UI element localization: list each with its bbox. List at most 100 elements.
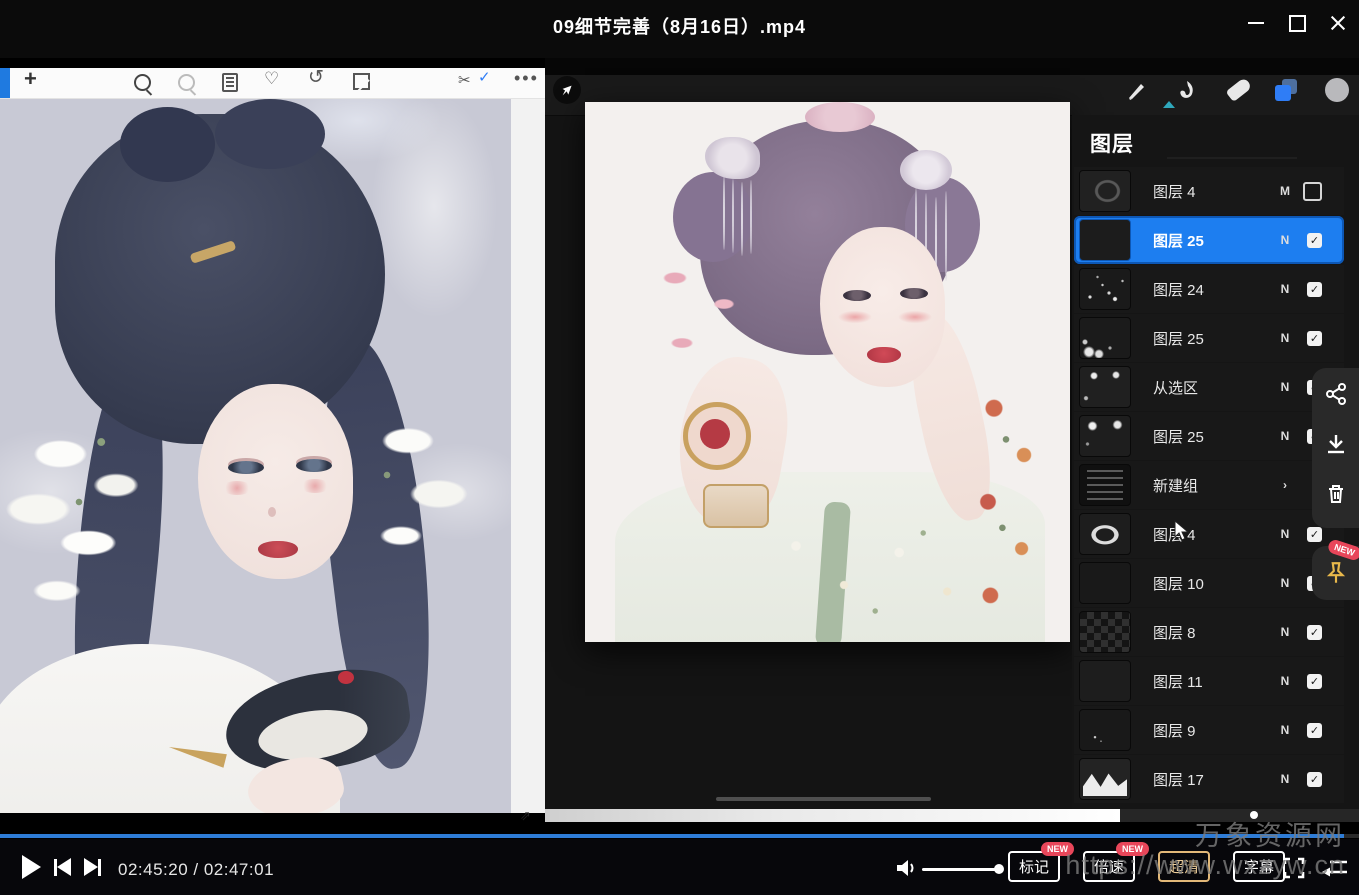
layer-row[interactable]: 图层 4 N xyxy=(1074,510,1344,558)
layer-visibility-checkbox[interactable] xyxy=(1307,723,1322,738)
more-options-icon[interactable]: ••• xyxy=(514,72,539,84)
layer-thumbnail[interactable] xyxy=(1079,317,1131,359)
layer-row[interactable]: 新建组 › xyxy=(1074,461,1344,509)
layer-thumbnail[interactable] xyxy=(1079,758,1131,800)
layer-thumbnail[interactable] xyxy=(1079,219,1131,261)
layer-thumbnail[interactable] xyxy=(1079,513,1131,555)
layer-blend-mode[interactable]: N xyxy=(1278,429,1292,443)
layer-row[interactable]: 图层 8 N xyxy=(1074,608,1344,656)
layer-row[interactable]: 图层 4 M xyxy=(1074,167,1344,215)
layer-name[interactable]: 图层 8 xyxy=(1153,622,1196,643)
volume-icon[interactable] xyxy=(894,856,918,880)
layer-blend-mode[interactable]: › xyxy=(1278,478,1292,492)
close-button[interactable] xyxy=(1321,8,1355,38)
layer-name[interactable]: 图层 24 xyxy=(1153,279,1204,300)
layer-thumbnail[interactable] xyxy=(1079,660,1131,702)
layer-name[interactable]: 图层 25 xyxy=(1153,426,1204,447)
fullscreen-icon[interactable] xyxy=(1283,857,1305,879)
heart-icon[interactable]: ♡ xyxy=(264,70,279,88)
layer-thumbnail[interactable] xyxy=(1079,709,1131,751)
reference-artwork-canvas[interactable] xyxy=(0,99,511,813)
layer-visibility-checkbox[interactable] xyxy=(1307,331,1322,346)
share-icon[interactable] xyxy=(1324,382,1348,411)
layer-blend-mode[interactable]: N xyxy=(1278,282,1292,296)
layer-row[interactable]: 图层 17 N xyxy=(1074,755,1344,803)
layer-blend-mode[interactable]: N xyxy=(1278,380,1292,394)
trash-icon[interactable] xyxy=(1324,482,1348,511)
layer-name[interactable]: 图层 25 xyxy=(1153,328,1204,349)
layer-blend-mode[interactable]: N xyxy=(1278,625,1292,639)
player-button[interactable]: 倍速 NEW xyxy=(1083,851,1135,882)
layer-visibility-checkbox[interactable] xyxy=(1307,233,1322,248)
zoom-in-icon[interactable] xyxy=(134,74,151,91)
player-button[interactable]: 超清 xyxy=(1158,851,1210,882)
layer-blend-mode[interactable]: N xyxy=(1278,331,1292,345)
minimize-button[interactable] xyxy=(1239,8,1273,38)
layer-thumbnail[interactable] xyxy=(1079,562,1131,604)
brush-tool-icon[interactable] xyxy=(1125,78,1149,107)
layer-thumbnail[interactable] xyxy=(1079,464,1131,506)
layer-blend-mode[interactable]: N xyxy=(1278,576,1292,590)
new-badge: NEW xyxy=(1116,842,1149,856)
resize-corner-icon[interactable]: ⇗ xyxy=(520,808,531,824)
layer-row[interactable]: 图层 25 N xyxy=(1074,314,1344,362)
layers-panel-icon[interactable] xyxy=(1275,79,1297,101)
layer-row[interactable]: 图层 10 N xyxy=(1074,559,1344,607)
layer-blend-mode[interactable]: N xyxy=(1278,674,1292,688)
layer-blend-mode[interactable]: N xyxy=(1278,233,1292,247)
layer-blend-mode[interactable]: N xyxy=(1278,723,1292,737)
cut-tool-icon[interactable]: ✂ xyxy=(458,71,471,89)
layer-name[interactable]: 图层 11 xyxy=(1153,671,1203,692)
play-button[interactable] xyxy=(22,855,41,879)
layer-visibility-checkbox[interactable] xyxy=(1307,282,1322,297)
player-button[interactable]: 标记 NEW xyxy=(1008,851,1060,882)
volume-slider[interactable] xyxy=(922,868,998,871)
move-tool-icon[interactable]: + xyxy=(24,70,37,88)
layer-visibility-checkbox[interactable] xyxy=(1307,772,1322,787)
maximize-button[interactable] xyxy=(1280,8,1314,38)
layer-visibility-checkbox[interactable] xyxy=(1307,625,1322,640)
zoom-out-icon[interactable] xyxy=(178,74,195,91)
layer-thumbnail[interactable] xyxy=(1079,611,1131,653)
artwork-eye xyxy=(296,459,332,472)
playlist-icon[interactable] xyxy=(1322,859,1348,877)
procreate-canvas[interactable] xyxy=(585,102,1070,642)
layer-thumbnail[interactable] xyxy=(1079,415,1131,457)
layer-row[interactable]: 图层 25 N xyxy=(1074,216,1344,264)
layer-blend-mode[interactable]: N xyxy=(1278,772,1292,786)
layer-thumbnail[interactable] xyxy=(1079,366,1131,408)
seek-bar[interactable] xyxy=(0,834,1359,838)
clipboard-icon[interactable] xyxy=(222,73,238,92)
layer-row[interactable]: 图层 25 N xyxy=(1074,412,1344,460)
layer-blend-mode[interactable]: M xyxy=(1278,184,1292,198)
player-button-label: 字幕 xyxy=(1244,856,1274,877)
volume-slider-handle[interactable] xyxy=(994,864,1004,874)
canvas-scroll-indicator[interactable] xyxy=(716,797,931,801)
layer-row[interactable]: 从选区 N xyxy=(1074,363,1344,411)
layer-name[interactable]: 图层 9 xyxy=(1153,720,1196,741)
layer-row[interactable]: 图层 11 N xyxy=(1074,657,1344,705)
layer-thumbnail[interactable] xyxy=(1079,268,1131,310)
layer-name[interactable]: 新建组 xyxy=(1153,475,1198,496)
layer-name[interactable]: 图层 17 xyxy=(1153,769,1204,790)
smudge-tool-icon[interactable] xyxy=(1175,78,1199,107)
layer-name[interactable]: 从选区 xyxy=(1153,377,1198,398)
undo-icon[interactable]: ↺ xyxy=(308,69,324,87)
layer-visibility-checkbox[interactable] xyxy=(1303,182,1322,201)
layer-blend-mode[interactable]: N xyxy=(1278,527,1292,541)
layer-name[interactable]: 图层 25 xyxy=(1153,230,1204,251)
layer-visibility-checkbox[interactable] xyxy=(1307,527,1322,542)
layer-visibility-checkbox[interactable] xyxy=(1307,674,1322,689)
eraser-tool-icon[interactable] xyxy=(1227,83,1251,96)
crop-tool-icon[interactable] xyxy=(353,73,370,90)
download-icon[interactable] xyxy=(1324,432,1348,461)
next-button[interactable] xyxy=(84,858,101,876)
layer-name[interactable]: 图层 4 xyxy=(1153,181,1196,202)
layer-name[interactable]: 图层 10 xyxy=(1153,573,1204,594)
layer-row[interactable]: 图层 24 N xyxy=(1074,265,1344,313)
previous-button[interactable] xyxy=(54,858,71,876)
layer-row[interactable]: 图层 9 N xyxy=(1074,706,1344,754)
color-picker-icon[interactable] xyxy=(1325,78,1349,102)
player-button[interactable]: 字幕 xyxy=(1233,851,1285,882)
layer-thumbnail[interactable] xyxy=(1079,170,1131,212)
